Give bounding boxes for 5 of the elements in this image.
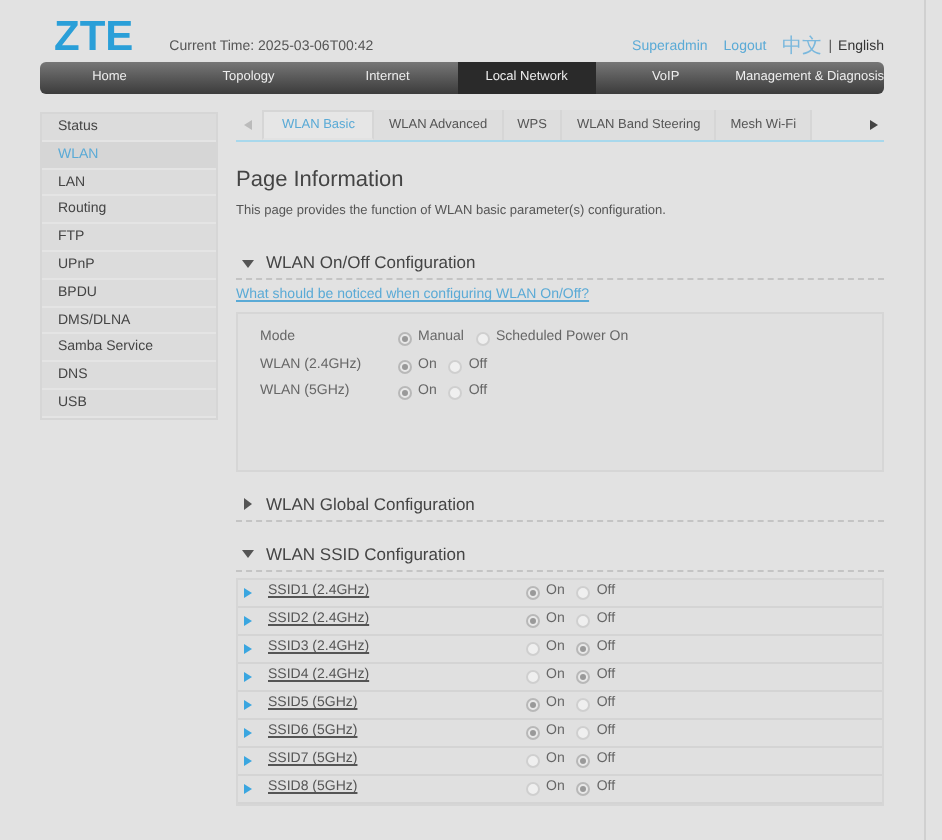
page-title: Page Information [236, 166, 406, 196]
section-header[interactable]: WLAN On/Off Configuration [236, 248, 884, 281]
logo: ZTE [54, 16, 134, 58]
section-header[interactable]: WLAN SSID Configuration [236, 539, 884, 572]
section-header[interactable]: WLAN Global Configuration [236, 489, 884, 522]
